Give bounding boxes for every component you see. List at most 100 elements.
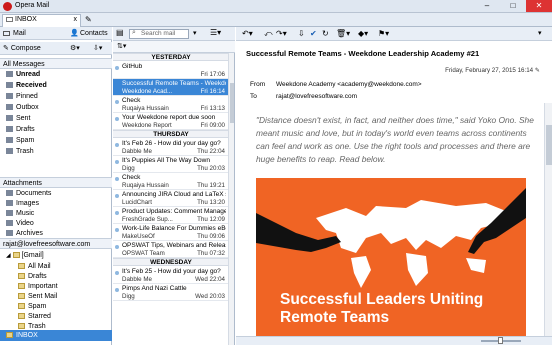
folder-icon [18,313,25,320]
gmail-folder-label: Drafts [28,273,47,280]
attachments-header[interactable]: Attachments [0,177,112,188]
message-sender: FreshGrade Sup... [122,216,173,223]
message-subject: Product Updates: Comment Management [122,208,226,215]
folder-unread[interactable]: Unread [0,69,112,80]
folder-pinned[interactable]: Pinned [0,91,112,102]
to-value[interactable]: rajat@lovefreesoftware.com [276,93,357,100]
unread-dot-icon [115,66,119,70]
to-header: To rajat@lovefreesoftware.com [250,93,357,100]
folder-icon [18,323,25,330]
folder-sent[interactable]: Sent [0,113,112,124]
folder-icon [6,71,13,78]
message-row[interactable]: Announcing JIRA Cloud and LaTeX supportL… [113,190,229,207]
message-row[interactable]: Your Weekdone report due soon Weekdone Re… [113,113,229,130]
message-row[interactable]: It's Feb 26 - How did your day go? Dabble… [113,139,229,156]
message-date-text: Friday, February 27, 2015 16:14 [445,67,534,74]
message-subject: Successful Remote Teams - Weekdone Leade… [122,80,226,87]
message-row[interactable]: It's Puppies All The Way Down Digg Thu 20:… [113,156,229,173]
folder-spam[interactable]: Spam [0,135,112,146]
mail-view-button[interactable]: Mail [13,30,26,37]
search-input[interactable]: Search mail [129,29,189,39]
mark-read-icon[interactable]: ✔ [310,27,317,40]
reply-icon[interactable]: ↶▾ [242,27,253,40]
folder-icon [18,263,25,270]
list-scrollbar-thumb[interactable] [230,83,234,123]
reader-scrollbar-thumb[interactable] [546,125,552,165]
sort-icon[interactable]: ⇅▾ [117,42,126,50]
message-sender: LucidChart [122,199,152,206]
unread-dot-icon [115,194,119,198]
contacts-view-button[interactable]: Contacts [80,27,108,40]
message-time: Fri 16:14 [200,88,225,95]
message-row[interactable]: Check Ruqaiya Hussain Fri 13:13 [113,96,229,113]
close-window-button[interactable]: ✕ [526,0,552,12]
folder-label: Outbox [16,104,39,111]
message-row[interactable]: Successful Remote Teams - Weekdone Leade… [113,79,229,96]
search-bar: ▤ Search mail ⌕ ▾ ☰▾ [113,27,235,41]
reading-pane: ↶▾ ⤺ ↷▾ ⇩ ✔ ↻ 🗑▾ ◆▾ ⚑▾ ▾ Successful Remo… [236,27,552,345]
from-value[interactable]: Weekdone Academy <academy@weekdone.com> [276,81,422,88]
tab-inbox[interactable]: INBOX x [2,14,81,27]
reply-all-icon[interactable]: ⤺ [264,27,273,40]
zoom-slider-handle[interactable] [498,337,503,344]
folder-icon [12,252,20,259]
account-header[interactable]: rajat@lovefreesoftware.com [0,238,112,249]
message-row[interactable]: Product Updates: Comment ManagementFresh… [113,207,229,224]
folder-label: Received [16,82,47,89]
layout-icon[interactable]: ▤ [116,28,124,37]
list-scrollbar[interactable] [228,53,234,345]
message-row[interactable]: GitHub Fri 17:06 [113,62,229,79]
all-messages-header[interactable]: All Messages [0,58,112,69]
images-icon [6,200,13,207]
message-row[interactable]: Pimps And Nazi Cattle Digg Wed 20:03 [113,284,229,301]
gmail-folder-label: Starred [28,313,51,320]
folder-label: Unread [16,71,41,78]
settings-gear-icon[interactable]: ⚙▾ [70,42,80,55]
gmail-folder-label: Spam [28,303,47,310]
new-message-tab-icon[interactable]: ✎ [85,15,92,24]
message-row[interactable]: Work-Life Balance For Dummies eBook MakeU… [113,224,229,241]
attachment-label: Documents [16,190,52,197]
gmail-folder-label: Sent Mail [28,293,58,300]
reader-scrollbar[interactable] [544,103,552,345]
refresh-icon[interactable]: ↻ [322,27,329,40]
view-options-icon[interactable]: ☰▾ [210,28,221,37]
message-time: Thu 20:03 [197,165,225,172]
maximize-button[interactable]: □ [500,0,526,12]
tag-icon[interactable]: ⚑▾ [378,27,389,40]
message-time: Thu 22:04 [197,148,225,155]
previous-message-icon[interactable]: ⇩ [298,27,305,40]
sidebar-mode-bar: Mail 👤 Contacts [0,27,112,40]
folder-trash[interactable]: Trash [0,146,112,157]
message-subject: Your Weekdone report due soon [122,114,216,121]
forward-icon[interactable]: ↷▾ [276,27,287,40]
more-options-icon[interactable]: ▾ [538,27,542,40]
attachment-label: Music [16,210,35,217]
message-row[interactable]: OPSWAT Tips, Webinars and Releases OPSWAT… [113,241,229,258]
folder-icon [6,104,13,111]
search-dropdown-icon[interactable]: ▾ [193,29,197,37]
message-subject: GitHub [122,63,143,70]
folder-inbox[interactable]: INBOX [0,330,112,341]
message-row[interactable]: It's Feb 25 - How did your day go? Dabble… [113,267,229,284]
message-sender: Digg [122,293,135,300]
folder-drafts[interactable]: Drafts [0,124,112,135]
gmail-root-folder[interactable]: ◢ [Gmail] [0,250,112,261]
close-tab-button[interactable]: x [74,16,78,23]
folder-icon [6,332,13,339]
contacts-icon: 👤 [70,30,79,37]
folder-outbox[interactable]: Outbox [0,102,112,113]
label-icon[interactable]: ◆▾ [358,27,368,40]
message-time: Thu 13:20 [197,199,225,206]
message-date: Friday, February 27, 2015 16:14 ✎ [445,67,540,74]
minimize-button[interactable]: – [474,0,500,12]
compose-button[interactable]: Compose [11,45,41,52]
message-row[interactable]: Check Ruqaiya Hussain Thu 19:21 [113,173,229,190]
pin-icon[interactable]: ✎ [535,67,540,74]
unread-dot-icon [115,288,119,292]
filter-icon[interactable]: ⇩▾ [93,42,102,55]
delete-icon[interactable]: 🗑▾ [336,27,350,40]
folder-icon [6,126,13,133]
gmail-folder-label: All Mail [28,263,51,270]
folder-received[interactable]: Received [0,80,112,91]
